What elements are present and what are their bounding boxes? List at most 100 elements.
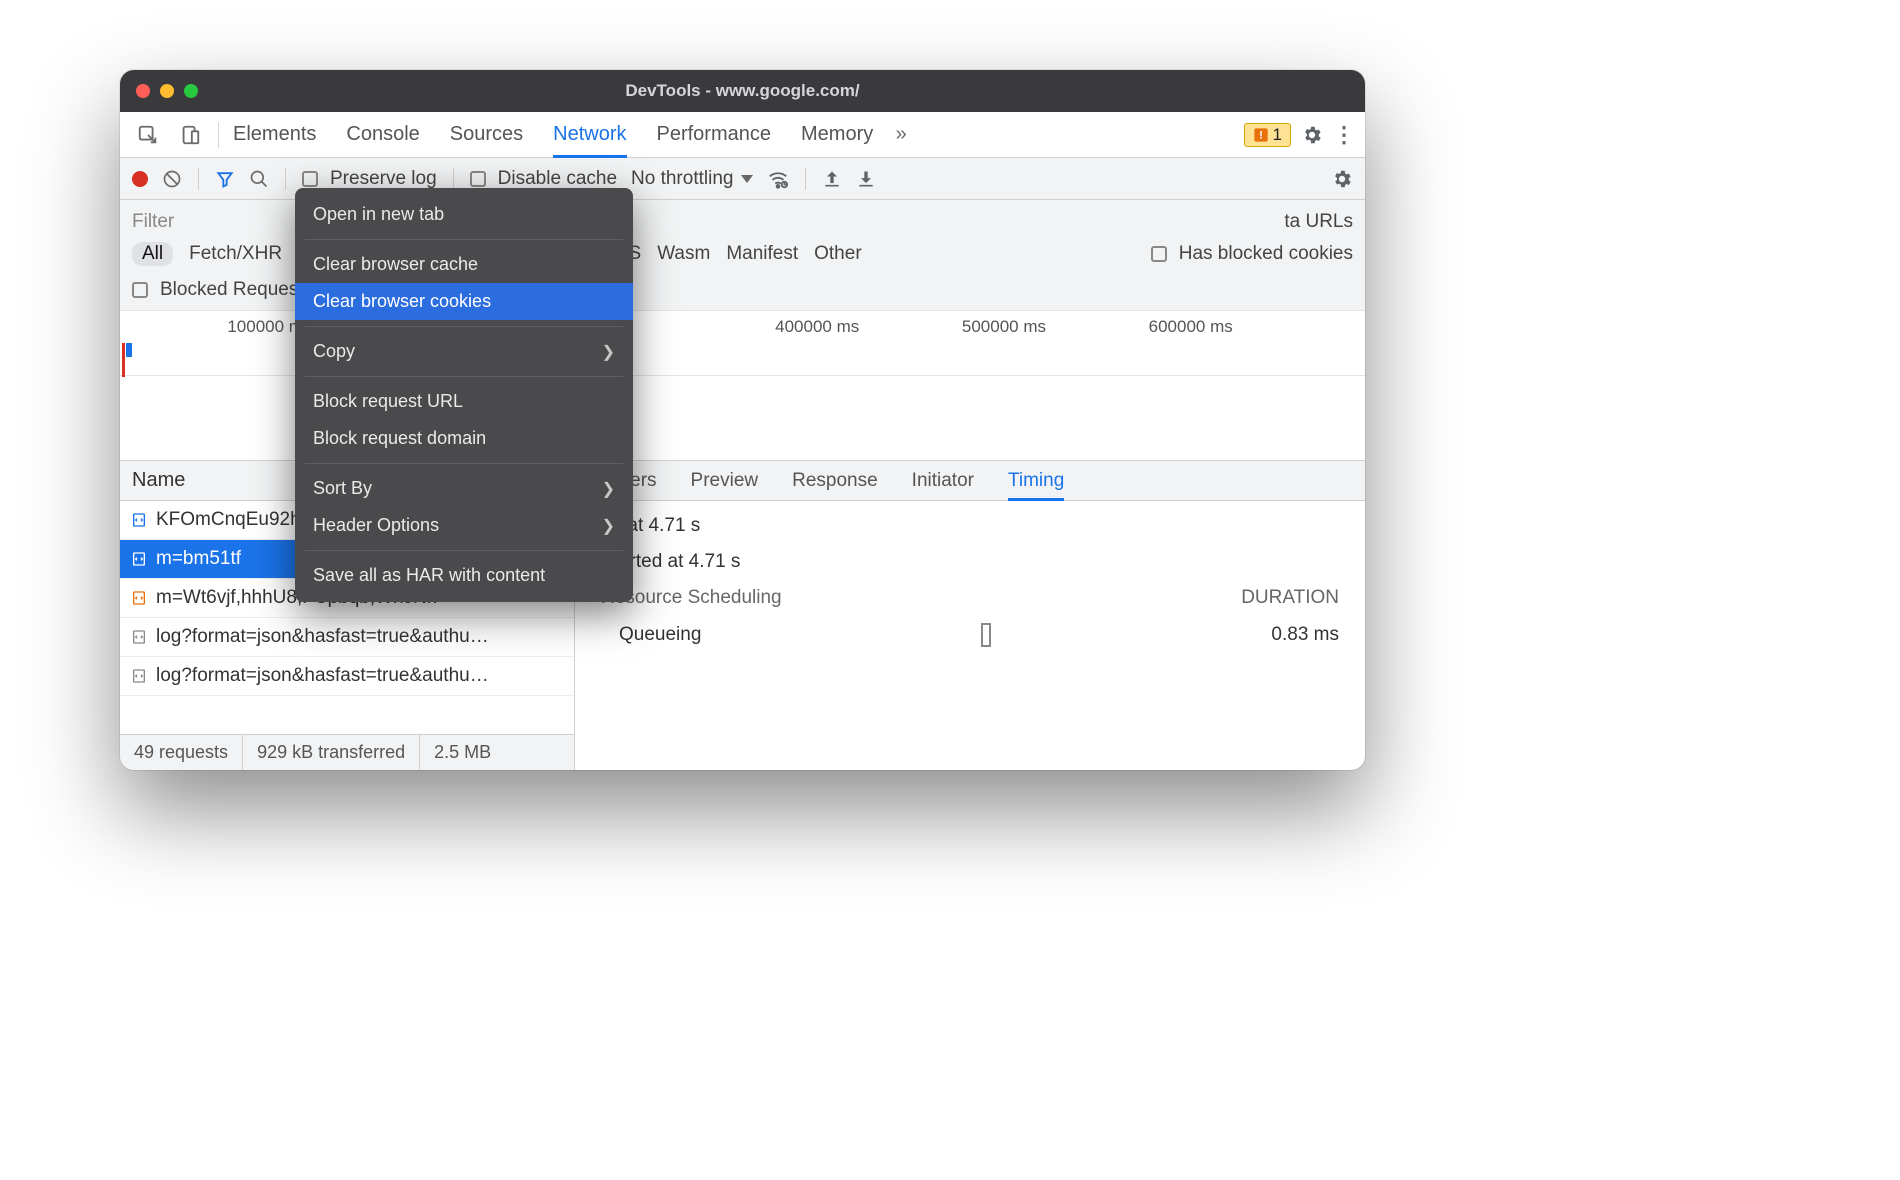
menu-item-label: Block request URL [313,391,463,412]
tab-sources[interactable]: Sources [450,112,523,157]
checkbox-icon [470,171,486,187]
hide-data-urls-partial[interactable]: ta URLs [1284,211,1353,233]
footer-transferred: 929 kB transferred [243,735,420,770]
menu-item-label: Block request domain [313,428,486,449]
throttling-dropdown[interactable]: No throttling [631,168,753,190]
clear-icon[interactable] [162,169,182,189]
menu-separator [305,326,623,327]
footer-requests: 49 requests [120,735,243,770]
disable-cache-label: Disable cache [498,168,617,190]
filter-type-all[interactable]: All [132,242,173,266]
issues-badge[interactable]: ! 1 [1244,123,1291,147]
preserve-log-checkbox[interactable]: Preserve log [302,168,437,190]
menu-separator [305,376,623,377]
menu-item-open-in-new-tab[interactable]: Open in new tab [295,196,633,233]
blocked-requests-checkbox[interactable]: Blocked Reques [132,279,298,301]
separator [285,168,286,190]
tab-console[interactable]: Console [346,112,419,157]
maximize-window-button[interactable] [184,84,198,98]
request-row[interactable]: log?format=json&hasfast=true&authu… [120,657,574,696]
menu-item-copy[interactable]: Copy❯ [295,333,633,370]
started-at-label: Started at 4.71 s [601,551,1339,573]
blocked-requests-label: Blocked Reques [160,279,298,301]
settings-icon[interactable] [1301,124,1323,146]
menu-separator [305,239,623,240]
detail-tab-initiator[interactable]: Initiator [912,461,974,500]
queueing-row: Queueing 0.83 ms [601,623,1339,647]
menu-item-label: Save all as HAR with content [313,565,545,586]
selection-marker [126,343,132,357]
filter-type-manifest[interactable]: Manifest [726,243,798,265]
chevron-right-icon: ❯ [602,479,615,499]
device-toggle-icon[interactable] [176,121,204,149]
checkbox-icon [132,282,148,298]
menu-item-label: Clear browser cookies [313,291,491,312]
search-icon[interactable] [249,169,269,189]
chevron-right-icon: ❯ [602,516,615,536]
menu-item-block-request-domain[interactable]: Block request domain [295,420,633,457]
throttling-label: No throttling [631,168,733,190]
queueing-bar [981,623,991,647]
separator [805,168,806,190]
footer-resources: 2.5 MB [420,735,505,770]
disable-cache-checkbox[interactable]: Disable cache [470,168,617,190]
close-window-button[interactable] [136,84,150,98]
traffic-lights [136,84,198,98]
minimize-window-button[interactable] [160,84,174,98]
file-icon [130,628,148,646]
timing-panel: ed at 4.71 s Started at 4.71 s Resource … [575,501,1365,770]
duration-header: DURATION [1241,587,1339,609]
kebab-menu-icon[interactable]: ⋮ [1333,122,1355,148]
network-settings-icon[interactable] [1331,168,1353,190]
tab-performance[interactable]: Performance [657,112,772,157]
menu-item-label: Sort By [313,478,372,499]
tab-network[interactable]: Network [553,112,626,157]
context-menu: Open in new tab Clear browser cache Clear … [295,188,633,602]
main-tabs: Elements Console Sources Network Performance… [233,112,873,157]
request-name: log?format=json&hasfast=true&authu… [156,626,489,648]
dropdown-arrow-icon [741,175,753,183]
filter-type-other[interactable]: Other [814,243,862,265]
network-conditions-icon[interactable] [767,168,789,190]
checkbox-icon [302,171,318,187]
menu-item-block-request-url[interactable]: Block request URL [295,383,633,420]
menu-item-save-all-as-har-with-content[interactable]: Save all as HAR with content [295,557,633,594]
menu-item-label: Copy [313,341,355,362]
menu-item-sort-by[interactable]: Sort By ❯ [295,470,633,507]
queueing-label: Queueing [619,624,701,646]
menu-item-label: Clear browser cache [313,254,478,275]
file-icon [130,511,148,529]
detail-tab-preview[interactable]: Preview [691,461,759,500]
separator [453,168,454,190]
filter-type-wasm[interactable]: Wasm [657,243,710,265]
detail-tab-timing[interactable]: Timing [1008,461,1064,500]
tab-elements[interactable]: Elements [233,112,316,157]
record-button[interactable] [132,171,148,187]
download-har-icon[interactable] [856,169,876,189]
upload-har-icon[interactable] [822,169,842,189]
filter-toggle-icon[interactable] [215,169,235,189]
request-row[interactable]: log?format=json&hasfast=true&authu… [120,618,574,657]
menu-item-label: Header Options [313,515,439,536]
resource-scheduling-header: Resource Scheduling DURATION [601,587,1339,609]
menu-item-clear-browser-cookies[interactable]: Clear browser cookies [295,283,633,320]
has-blocked-cookies-checkbox[interactable]: Has blocked cookies [1151,243,1353,265]
file-icon [130,589,148,607]
menu-item-header-options[interactable]: Header Options ❯ [295,507,633,544]
load-event-marker [122,343,125,377]
menu-separator [305,463,623,464]
preserve-log-label: Preserve log [330,168,437,190]
queueing-value: 0.83 ms [1271,624,1339,646]
request-name: m=bm51tf [156,548,241,570]
svg-text:!: ! [1259,129,1263,141]
menu-item-clear-browser-cache[interactable]: Clear browser cache [295,246,633,283]
has-blocked-cookies-label: Has blocked cookies [1179,243,1353,265]
menu-item-label: Open in new tab [313,204,444,225]
queued-at-label: ed at 4.71 s [601,515,1339,537]
detail-tab-response[interactable]: Response [792,461,878,500]
tab-memory[interactable]: Memory [801,112,873,157]
filter-input[interactable]: Filter [132,211,252,233]
inspect-element-icon[interactable] [134,121,162,149]
filter-type-fetchxhr[interactable]: Fetch/XHR [189,243,282,265]
more-tabs-icon[interactable]: » [887,121,915,149]
